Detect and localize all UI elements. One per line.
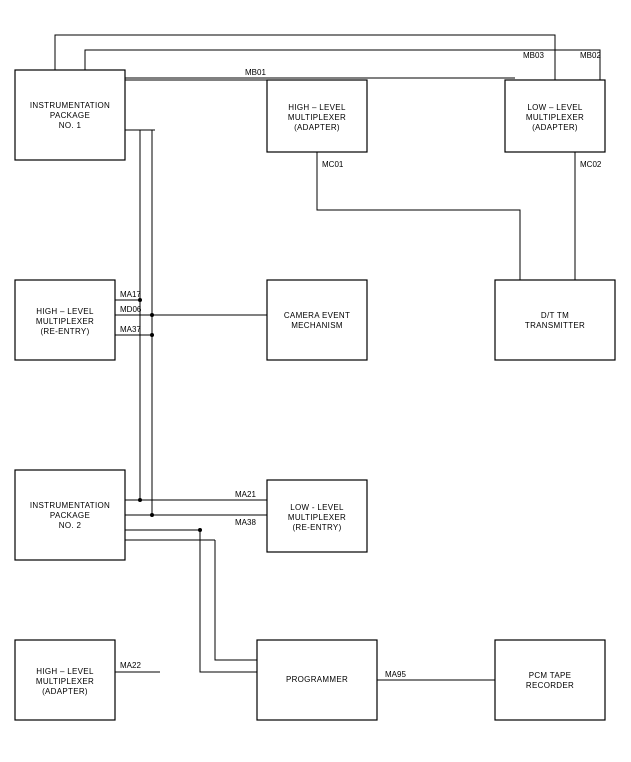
- label: HIGH – LEVEL: [36, 667, 94, 676]
- edge-label-ma38: MA38: [235, 518, 256, 527]
- block-diagram: INSTRUMENTATION PACKAGE NO. 1 HIGH – LEV…: [0, 0, 631, 762]
- svg-text:INSTRUMENTATION: INSTRUMENTATION: [30, 101, 110, 110]
- label: (RE-ENTRY): [40, 327, 89, 336]
- svg-text:MULTIPLEXER: MULTIPLEXER: [288, 113, 346, 122]
- label: (ADAPTER): [294, 123, 340, 132]
- node-dttm: D/T TM TRANSMITTER: [495, 280, 615, 360]
- svg-text:LOW - LEVEL: LOW - LEVEL: [290, 503, 344, 512]
- wire-inst2-to-prog-b: [215, 540, 257, 660]
- svg-text:NO. 1: NO. 1: [59, 121, 82, 130]
- edge-label-md06: MD06: [120, 305, 142, 314]
- label: INSTRUMENTATION: [30, 501, 110, 510]
- edge-label-mb01: MB01: [245, 68, 266, 77]
- label: PACKAGE: [50, 511, 90, 520]
- node-pcm: PCM TAPE RECORDER: [495, 640, 605, 720]
- edge-label-ma22: MA22: [120, 661, 141, 670]
- svg-text:(RE-ENTRY): (RE-ENTRY): [292, 523, 341, 532]
- edge-label-ma17: MA17: [120, 290, 141, 299]
- label: PROGRAMMER: [286, 675, 348, 684]
- svg-text:(ADAPTER): (ADAPTER): [42, 687, 88, 696]
- svg-text:MULTIPLEXER: MULTIPLEXER: [36, 317, 94, 326]
- svg-text:HIGH – LEVEL: HIGH – LEVEL: [288, 103, 346, 112]
- svg-text:(ADAPTER): (ADAPTER): [532, 123, 578, 132]
- node-ll-reentry: LOW - LEVEL MULTIPLEXER (RE-ENTRY): [267, 480, 367, 552]
- wire-inst2-to-prog-a: [200, 530, 257, 672]
- node-hl-adapter-top: HIGH – LEVEL MULTIPLEXER (ADAPTER): [267, 80, 367, 152]
- node-camera: CAMERA EVENT MECHANISM: [267, 280, 367, 360]
- edge-label-mc02: MC02: [580, 160, 602, 169]
- label: NO. 1: [59, 121, 82, 130]
- svg-text:(ADAPTER): (ADAPTER): [294, 123, 340, 132]
- label: (ADAPTER): [532, 123, 578, 132]
- node-hl-reentry: HIGH – LEVEL MULTIPLEXER (RE-ENTRY): [15, 280, 115, 360]
- svg-text:HIGH – LEVEL: HIGH – LEVEL: [36, 307, 94, 316]
- svg-text:PACKAGE: PACKAGE: [50, 111, 90, 120]
- wire-mb03: [55, 35, 555, 80]
- label: MECHANISM: [291, 321, 343, 330]
- svg-text:MECHANISM: MECHANISM: [291, 321, 343, 330]
- svg-text:MULTIPLEXER: MULTIPLEXER: [526, 113, 584, 122]
- label: HIGH – LEVEL: [288, 103, 346, 112]
- svg-text:LOW – LEVEL: LOW – LEVEL: [527, 103, 583, 112]
- label: HIGH – LEVEL: [36, 307, 94, 316]
- node-hl-adapter-bottom: HIGH – LEVEL MULTIPLEXER (ADAPTER): [15, 640, 115, 720]
- label: LOW - LEVEL: [290, 503, 344, 512]
- edge-label-mb02: MB02: [580, 51, 601, 60]
- label: MULTIPLEXER: [36, 677, 94, 686]
- label: (RE-ENTRY): [292, 523, 341, 532]
- svg-text:PCM TAPE: PCM TAPE: [529, 671, 572, 680]
- edge-label-ma21: MA21: [235, 490, 256, 499]
- svg-text:NO. 2: NO. 2: [59, 521, 82, 530]
- svg-text:CAMERA EVENT: CAMERA EVENT: [284, 311, 350, 320]
- label: PACKAGE: [50, 111, 90, 120]
- label: PCM TAPE: [529, 671, 572, 680]
- svg-text:(RE-ENTRY): (RE-ENTRY): [40, 327, 89, 336]
- node-inst2: INSTRUMENTATION PACKAGE NO. 2: [15, 470, 125, 560]
- node-programmer: PROGRAMMER: [257, 640, 377, 720]
- svg-text:TRANSMITTER: TRANSMITTER: [525, 321, 585, 330]
- label: RECORDER: [526, 681, 574, 690]
- label: (ADAPTER): [42, 687, 88, 696]
- label: D/T TM: [541, 311, 569, 320]
- edge-label-mc01: MC01: [322, 160, 344, 169]
- svg-text:PACKAGE: PACKAGE: [50, 511, 90, 520]
- label: MULTIPLEXER: [36, 317, 94, 326]
- node-inst1: INSTRUMENTATION PACKAGE NO. 1: [15, 70, 125, 160]
- node-ll-adapter: LOW – LEVEL MULTIPLEXER (ADAPTER): [505, 80, 605, 152]
- wire-mc01: [317, 152, 520, 280]
- edge-label-mb03: MB03: [523, 51, 544, 60]
- svg-text:RECORDER: RECORDER: [526, 681, 574, 690]
- edge-label-ma95: MA95: [385, 670, 406, 679]
- label: TRANSMITTER: [525, 321, 585, 330]
- svg-text:MULTIPLEXER: MULTIPLEXER: [288, 513, 346, 522]
- label: CAMERA EVENT: [284, 311, 350, 320]
- label: NO. 2: [59, 521, 82, 530]
- edge-label-ma37: MA37: [120, 325, 141, 334]
- svg-text:D/T TM: D/T TM: [541, 311, 569, 320]
- svg-text:INSTRUMENTATION: INSTRUMENTATION: [30, 501, 110, 510]
- label: MULTIPLEXER: [288, 513, 346, 522]
- label: MULTIPLEXER: [288, 113, 346, 122]
- label: INSTRUMENTATION: [30, 101, 110, 110]
- label: MULTIPLEXER: [526, 113, 584, 122]
- label: LOW – LEVEL: [527, 103, 583, 112]
- svg-text:HIGH – LEVEL: HIGH – LEVEL: [36, 667, 94, 676]
- svg-text:MULTIPLEXER: MULTIPLEXER: [36, 677, 94, 686]
- svg-text:PROGRAMMER: PROGRAMMER: [286, 675, 348, 684]
